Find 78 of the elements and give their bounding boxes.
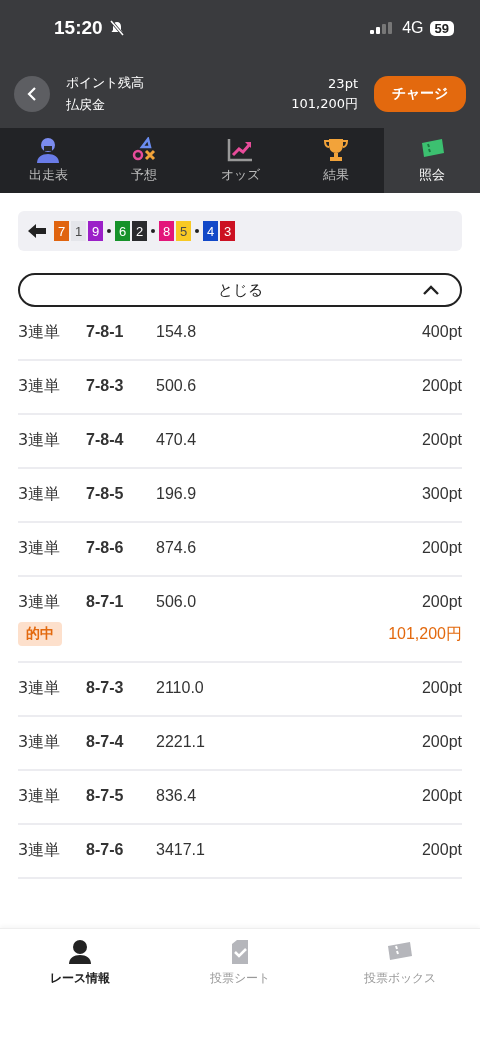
bet-amount: 400pt — [421, 323, 462, 341]
bet-odds: 506.0 — [156, 593, 198, 611]
bet-odds: 470.4 — [156, 431, 198, 449]
balance-value: 23pt — [328, 75, 358, 91]
number-chip: 9 — [88, 221, 103, 241]
bet-combination: 7-8-4 — [86, 431, 125, 449]
payout-amount: 101,200円 — [388, 623, 462, 644]
separator-dot — [195, 229, 199, 233]
hit-badge: 的中 — [18, 622, 62, 646]
arrow-left-icon — [28, 223, 46, 239]
bet-odds: 500.6 — [156, 377, 198, 395]
bet-type: 3連単 — [18, 677, 62, 699]
close-button[interactable]: とじる — [18, 273, 462, 307]
bet-combination: 8-7-1 — [86, 593, 125, 611]
bet-type: 3連単 — [18, 537, 62, 559]
network-label: 4G — [402, 19, 424, 37]
bet-amount: 200pt — [421, 679, 462, 697]
bet-odds: 874.6 — [156, 539, 198, 557]
number-chip: 3 — [220, 221, 235, 241]
bet-amount: 200pt — [421, 431, 462, 449]
bet-amount: 200pt — [421, 733, 462, 751]
bet-combination: 8-7-4 — [86, 733, 125, 751]
number-chip: 6 — [115, 221, 130, 241]
bet-combination: 8-7-3 — [86, 679, 125, 697]
bet-amount: 300pt — [421, 485, 462, 503]
number-chip: 4 — [203, 221, 218, 241]
status-time: 15:20 — [54, 17, 103, 39]
bet-type: 3連単 — [18, 731, 62, 753]
refund-value: 101,200円 — [291, 94, 358, 113]
bet-combination: 7-8-1 — [86, 323, 125, 341]
tab[interactable]: 予想 — [96, 128, 192, 193]
bet-type: 3連単 — [18, 375, 62, 397]
bet-odds: 2221.1 — [156, 733, 206, 751]
back-button[interactable] — [14, 76, 50, 112]
bet-odds: 836.4 — [156, 787, 198, 805]
separator-dot — [151, 229, 155, 233]
bet-combination: 7-8-6 — [86, 539, 125, 557]
rider-icon — [34, 137, 62, 163]
bet-odds: 3417.1 — [156, 841, 206, 859]
tab[interactable]: 出走表 — [0, 128, 96, 193]
balance-label: ポイント残高 — [66, 74, 145, 92]
refund-label: 払戻金 — [66, 96, 106, 114]
bet-odds: 196.9 — [156, 485, 198, 503]
separator-dot — [107, 229, 111, 233]
shapes-icon — [130, 137, 158, 163]
tab[interactable]: 結果 — [288, 128, 384, 193]
number-chip: 5 — [176, 221, 191, 241]
trophy-icon — [322, 137, 350, 163]
nav-item[interactable]: レース情報 — [0, 937, 160, 988]
bet-odds: 154.8 — [156, 323, 198, 341]
bet-amount: 200pt — [421, 539, 462, 557]
bet-amount: 200pt — [421, 841, 462, 859]
battery-level: 59 — [429, 20, 454, 36]
chart-icon — [226, 137, 254, 163]
bet-type: 3連単 — [18, 321, 62, 343]
number-chip: 8 — [159, 221, 174, 241]
bet-type: 3連単 — [18, 483, 62, 505]
bet-combination: 7-8-5 — [86, 485, 125, 503]
bell-muted-icon — [108, 20, 125, 36]
bet-amount: 200pt — [421, 593, 462, 611]
bet-type: 3連単 — [18, 839, 62, 861]
bet-amount: 200pt — [421, 787, 462, 805]
bet-type: 3連単 — [18, 591, 62, 613]
bet-combination: 7-8-3 — [86, 377, 125, 395]
bet-type: 3連単 — [18, 429, 62, 451]
tab[interactable]: 照会 — [384, 128, 480, 193]
bet-type: 3連単 — [18, 785, 62, 807]
bet-amount: 200pt — [421, 377, 462, 395]
bet-combination: 8-7-6 — [86, 841, 125, 859]
number-chip: 1 — [71, 221, 86, 241]
rider-icon — [66, 938, 94, 966]
number-chip: 7 — [54, 221, 69, 241]
tab[interactable]: オッズ — [192, 128, 288, 193]
chevron-left-icon — [26, 86, 38, 102]
bet-combination: 8-7-5 — [86, 787, 125, 805]
number-chip: 2 — [132, 221, 147, 241]
bet-odds: 2110.0 — [156, 679, 205, 697]
signal-icon — [370, 22, 393, 34]
